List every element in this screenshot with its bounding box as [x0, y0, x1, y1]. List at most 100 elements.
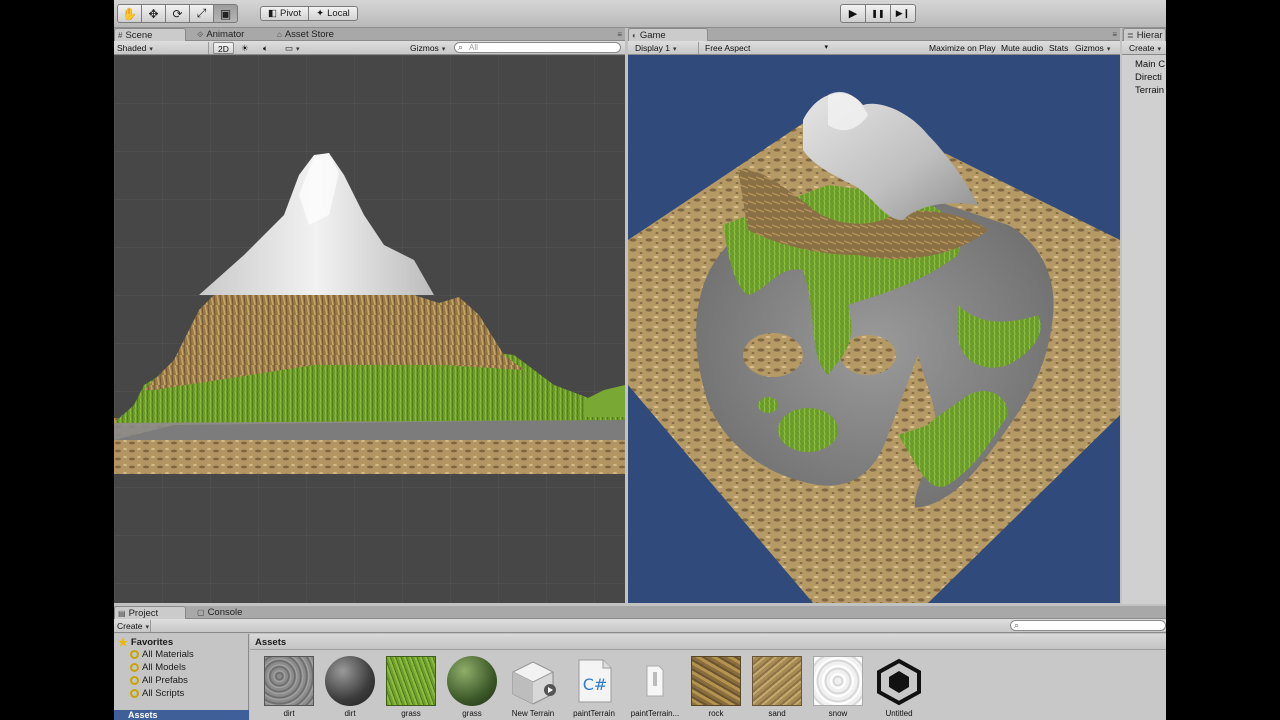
project-search-input[interactable]: ⌕ — [1010, 620, 1166, 631]
asset-item[interactable]: grass — [386, 656, 436, 718]
transform-tools: ✋ ✥ ⟳ ⤢ ▣ — [117, 4, 238, 23]
favorite-label: All Materials — [142, 649, 194, 660]
scene-viewport[interactable] — [114, 55, 625, 603]
tab-animator[interactable]: ⟐ Animator — [194, 28, 254, 41]
scene-gizmos-dropdown[interactable]: Gizmos — [407, 42, 448, 54]
file-icon — [630, 656, 680, 706]
favorites-title: Favorites — [130, 637, 174, 648]
sun-icon: ☀ — [241, 43, 249, 53]
hierarchy-item-main-camera[interactable]: Main C — [1122, 56, 1166, 70]
move-icon: ✥ — [148, 6, 159, 21]
store-tab-icon: ⌂ — [277, 30, 282, 39]
local-icon: ✦ — [316, 8, 325, 19]
asset-item[interactable]: Untitled — [874, 656, 924, 718]
scene-panel: #Scene ⟐Animator ⌂Asset Store ≡ Shaded 2… — [114, 28, 625, 604]
assets-folder-item[interactable]: Assets — [114, 710, 249, 720]
tab-hierarchy[interactable]: ≣ Hierar — [1123, 28, 1166, 41]
scene-search-input[interactable]: ⌕ All — [454, 42, 621, 53]
maximize-on-play-toggle[interactable]: Maximize on Play — [926, 42, 999, 54]
display-dropdown[interactable]: Display 1 — [632, 42, 696, 54]
local-button[interactable]: ✦ Local — [308, 6, 358, 21]
scene-panel-menu-icon[interactable]: ≡ — [617, 30, 622, 39]
project-toolbar-divider — [150, 620, 151, 632]
favorite-all-materials[interactable]: All Materials — [114, 648, 248, 661]
tab-asset-store[interactable]: ⌂ Asset Store — [274, 28, 344, 41]
rect-tool-button[interactable]: ▣ — [213, 4, 238, 23]
effects-dropdown[interactable]: ▭ — [282, 42, 303, 54]
asset-item[interactable]: dirt — [264, 656, 314, 718]
asset-item[interactable]: sand — [752, 656, 802, 718]
asset-item[interactable]: C# paintTerrain — [569, 656, 619, 718]
pause-icon: ❚❚ — [871, 9, 885, 18]
pivot-icon: ◧ — [268, 8, 277, 19]
favorite-all-models[interactable]: All Models — [114, 661, 248, 674]
asset-item[interactable]: New Terrain — [508, 656, 558, 718]
hierarchy-tab-icon: ≣ — [1127, 30, 1134, 40]
shading-dropdown[interactable]: Shaded — [114, 42, 207, 54]
unity-editor: ✋ ✥ ⟳ ⤢ ▣ ◧ Pivot ✦ Local ▶ ❚❚ ▶❙ # Scene ⟐… — [114, 0, 1166, 720]
asset-item[interactable]: dirt — [325, 656, 375, 718]
game-toolbar: Display 1 Free Aspect▾ Maximize on Play … — [628, 41, 1120, 55]
project-panel: ▤Project ▢Console Create ⌕ ★Favorites Al… — [114, 606, 1166, 720]
tab-animator-label: Animator — [206, 29, 245, 40]
search-folder-icon — [130, 689, 139, 698]
aspect-label: Free Aspect — [705, 43, 751, 53]
asset-item[interactable]: rock — [691, 656, 741, 718]
tab-console[interactable]: ▢ Console — [194, 606, 252, 619]
tab-project[interactable]: ▤ Project — [114, 606, 186, 619]
pivot-label: Pivot — [279, 8, 302, 19]
asset-label: Untitled — [885, 709, 913, 718]
audio-toggle[interactable]: 🔈︎ — [260, 42, 271, 54]
game-toolbar-divider — [698, 42, 699, 54]
scene-search-placeholder: All — [469, 43, 478, 52]
asset-label: dirt — [283, 709, 295, 718]
scene-toolbar-divider — [208, 42, 209, 54]
pause-button[interactable]: ❚❚ — [865, 4, 891, 23]
stats-toggle[interactable]: Stats — [1046, 42, 1071, 54]
asset-label: paintTerrain — [573, 709, 615, 718]
game-viewport[interactable] — [628, 55, 1120, 603]
hierarchy-item-directional-light[interactable]: Directi — [1122, 69, 1166, 83]
play-button[interactable]: ▶ — [840, 4, 866, 23]
asset-item[interactable]: grass — [447, 656, 497, 718]
mode-2d-button[interactable]: 2D — [213, 42, 234, 54]
asset-label: snow — [828, 709, 848, 718]
hand-tool-button[interactable]: ✋ — [117, 4, 142, 23]
terrain-asset-icon — [508, 656, 558, 706]
project-create-dropdown[interactable]: Create — [114, 620, 152, 632]
search-folder-icon — [130, 676, 139, 685]
animator-tab-icon: ⟐ — [197, 30, 204, 39]
move-tool-button[interactable]: ✥ — [141, 4, 166, 23]
scale-tool-button[interactable]: ⤢ — [189, 4, 214, 23]
search-folder-icon — [130, 650, 139, 659]
step-button[interactable]: ▶❙ — [890, 4, 916, 23]
game-panel-menu-icon[interactable]: ≡ — [1112, 30, 1117, 39]
game-tabbar: ◐ Game ≡ — [628, 28, 1120, 41]
asset-item[interactable]: snow — [813, 656, 863, 718]
unity-scene-icon — [874, 656, 924, 706]
grass-material-thumbnail — [447, 656, 497, 706]
scene-tab-icon: # — [118, 30, 123, 40]
rotate-tool-button[interactable]: ⟳ — [165, 4, 190, 23]
tab-scene[interactable]: # Scene — [114, 28, 186, 41]
step-icon: ▶❙ — [895, 8, 911, 18]
dirt-material-thumbnail — [325, 656, 375, 706]
aspect-dropdown[interactable]: Free Aspect ▾ — [702, 42, 830, 54]
mute-audio-toggle[interactable]: Mute audio — [998, 42, 1046, 54]
tab-game[interactable]: ◐ Game — [628, 28, 708, 41]
favorites-header[interactable]: ★ Favorites — [114, 634, 248, 649]
asset-label: rock — [708, 709, 724, 718]
hierarchy-create-dropdown[interactable]: Create — [1126, 42, 1164, 54]
game-terrain-view — [628, 91, 1120, 603]
game-tab-icon: ◐ — [632, 30, 637, 40]
asset-item[interactable]: paintTerrain... — [630, 656, 680, 718]
mode-2d-label: 2D — [218, 44, 229, 54]
favorite-all-scripts[interactable]: All Scripts — [114, 687, 248, 700]
game-gizmos-dropdown[interactable]: Gizmos — [1072, 42, 1113, 54]
favorite-all-prefabs[interactable]: All Prefabs — [114, 674, 248, 687]
console-tab-icon: ▢ — [197, 608, 205, 617]
mute-label: Mute audio — [1001, 43, 1044, 53]
lighting-toggle[interactable]: ☀ — [238, 42, 252, 54]
pivot-button[interactable]: ◧ Pivot — [260, 6, 310, 21]
hierarchy-item-terrain[interactable]: Terrain — [1122, 82, 1166, 96]
